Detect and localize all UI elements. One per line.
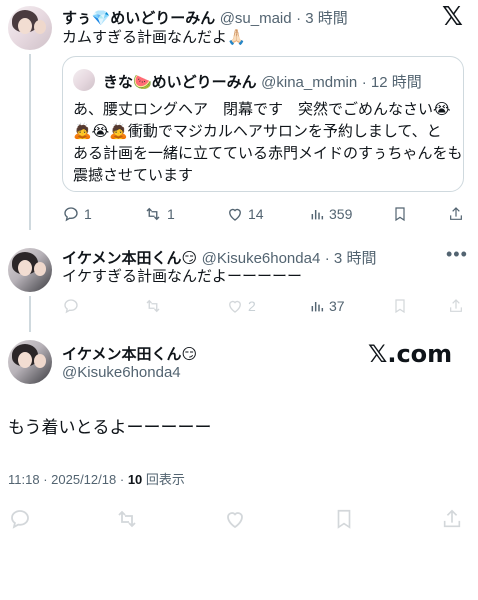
reply-icon [64,299,78,314]
like-button[interactable] [223,507,247,531]
quote-line: ある計画を一緒に立てている赤門メイドのすぅちゃんをも [73,145,463,162]
tweet-header: イケメン本田くん😏 @Kisuke6honda4 · 3 時間 [62,247,376,268]
timestamp[interactable]: · 3 時間 [325,250,377,267]
reply-button[interactable]: 1 [62,205,92,223]
quote-line: あ、腰丈ロングヘア 閉幕です 突然でごめんなさい😭 [73,101,451,118]
share-icon [450,207,462,220]
avatar[interactable] [8,340,52,384]
views-icon [311,210,324,220]
handle[interactable]: @su_maid [220,10,292,27]
display-name[interactable]: イケメン本田くん😏 [62,343,197,364]
display-name[interactable]: イケメン本田くん😏 [62,250,197,267]
bookmark-icon [395,207,405,222]
reply-icon [64,207,78,222]
reply-button[interactable] [8,507,32,531]
like-button[interactable]: 14 [226,205,264,223]
view-count: 10 [127,472,143,487]
tweet-text: イケすぎる計画なんだよーーーーー [62,268,303,285]
share-button[interactable] [448,297,464,315]
quote-line: 🙇😭🙇衝動でマジカルヘアサロンを予約しまして、と [73,123,442,140]
share-icon [450,299,462,312]
like-button[interactable]: 2 [226,297,256,315]
main-tweet-text: もう着いとるよーーーーー [8,418,212,437]
view-count-label: 回表示 [142,472,185,487]
quote-line: 震撼させています [73,167,194,184]
timestamp[interactable]: · 3 時間 [296,10,348,27]
reply-count: 1 [84,206,92,222]
more-dots-icon[interactable]: ••• [446,244,468,265]
heart-icon [229,300,241,313]
like-count: 14 [248,206,264,222]
avatar[interactable] [8,6,52,50]
handle[interactable]: @Kisuke6honda4 [62,364,181,381]
views-count: 359 [329,206,353,222]
tweet-meta: 11:18 · 2025/12/18 · 10 回表示 [8,472,185,487]
x-com-watermark: 𝕏.com [368,340,453,368]
retweet-icon [118,510,136,528]
share-button[interactable] [441,507,463,531]
avatar[interactable] [8,248,52,292]
x-logo-icon: 𝕏 [442,2,463,32]
handle: @kina_mdmin [261,74,358,91]
share-icon [443,509,461,528]
retweet-count: 1 [167,206,175,222]
avatar [73,69,95,91]
retweet-button[interactable] [143,297,167,315]
tweet-header: すぅ💎めいどりーみん @su_maid · 3 時間 [62,7,348,28]
timestamp: · 12 時間 [361,74,422,91]
retweet-button[interactable]: 1 [143,205,175,223]
bookmark-button[interactable] [392,205,408,223]
views-count: 37 [329,298,345,314]
quote-tweet[interactable]: きな🍉めいどりーみん @kina_mdmin · 12 時間 あ、腰丈ロングヘア… [62,56,464,192]
bookmark-icon [395,299,405,314]
tweet-text: カムすぎる計画なんだよ🙏🏻 [62,29,246,46]
reply-button[interactable] [62,297,84,315]
retweet-icon [146,207,160,221]
thread-line [29,54,31,230]
views-icon [311,302,324,312]
bookmark-button[interactable] [333,507,355,531]
tweet-date[interactable]: · 2025/12/18 [43,472,116,487]
handle[interactable]: @Kisuke6honda4 [202,250,321,267]
reply-icon [11,510,29,529]
share-button[interactable] [448,205,464,223]
heart-icon [227,512,243,529]
tweet-time[interactable]: 11:18 [8,472,40,487]
views-button[interactable]: 359 [309,205,352,223]
retweet-icon [146,299,160,313]
display-name[interactable]: すぅ💎めいどりーみん [62,10,215,27]
thread-line [29,296,31,332]
quote-text: あ、腰丈ロングヘア 閉幕です 突然でごめんなさい😭 🙇😭🙇衝動でマジカルヘアサロ… [73,99,463,187]
bookmark-button[interactable] [392,297,408,315]
bookmark-icon [337,509,351,529]
views-button[interactable]: 37 [309,297,345,315]
heart-icon [229,208,241,221]
quote-header: きな🍉めいどりーみん @kina_mdmin · 12 時間 [103,71,422,92]
retweet-button[interactable] [114,507,140,531]
like-count: 2 [248,298,256,314]
display-name: きな🍉めいどりーみん [103,74,257,91]
